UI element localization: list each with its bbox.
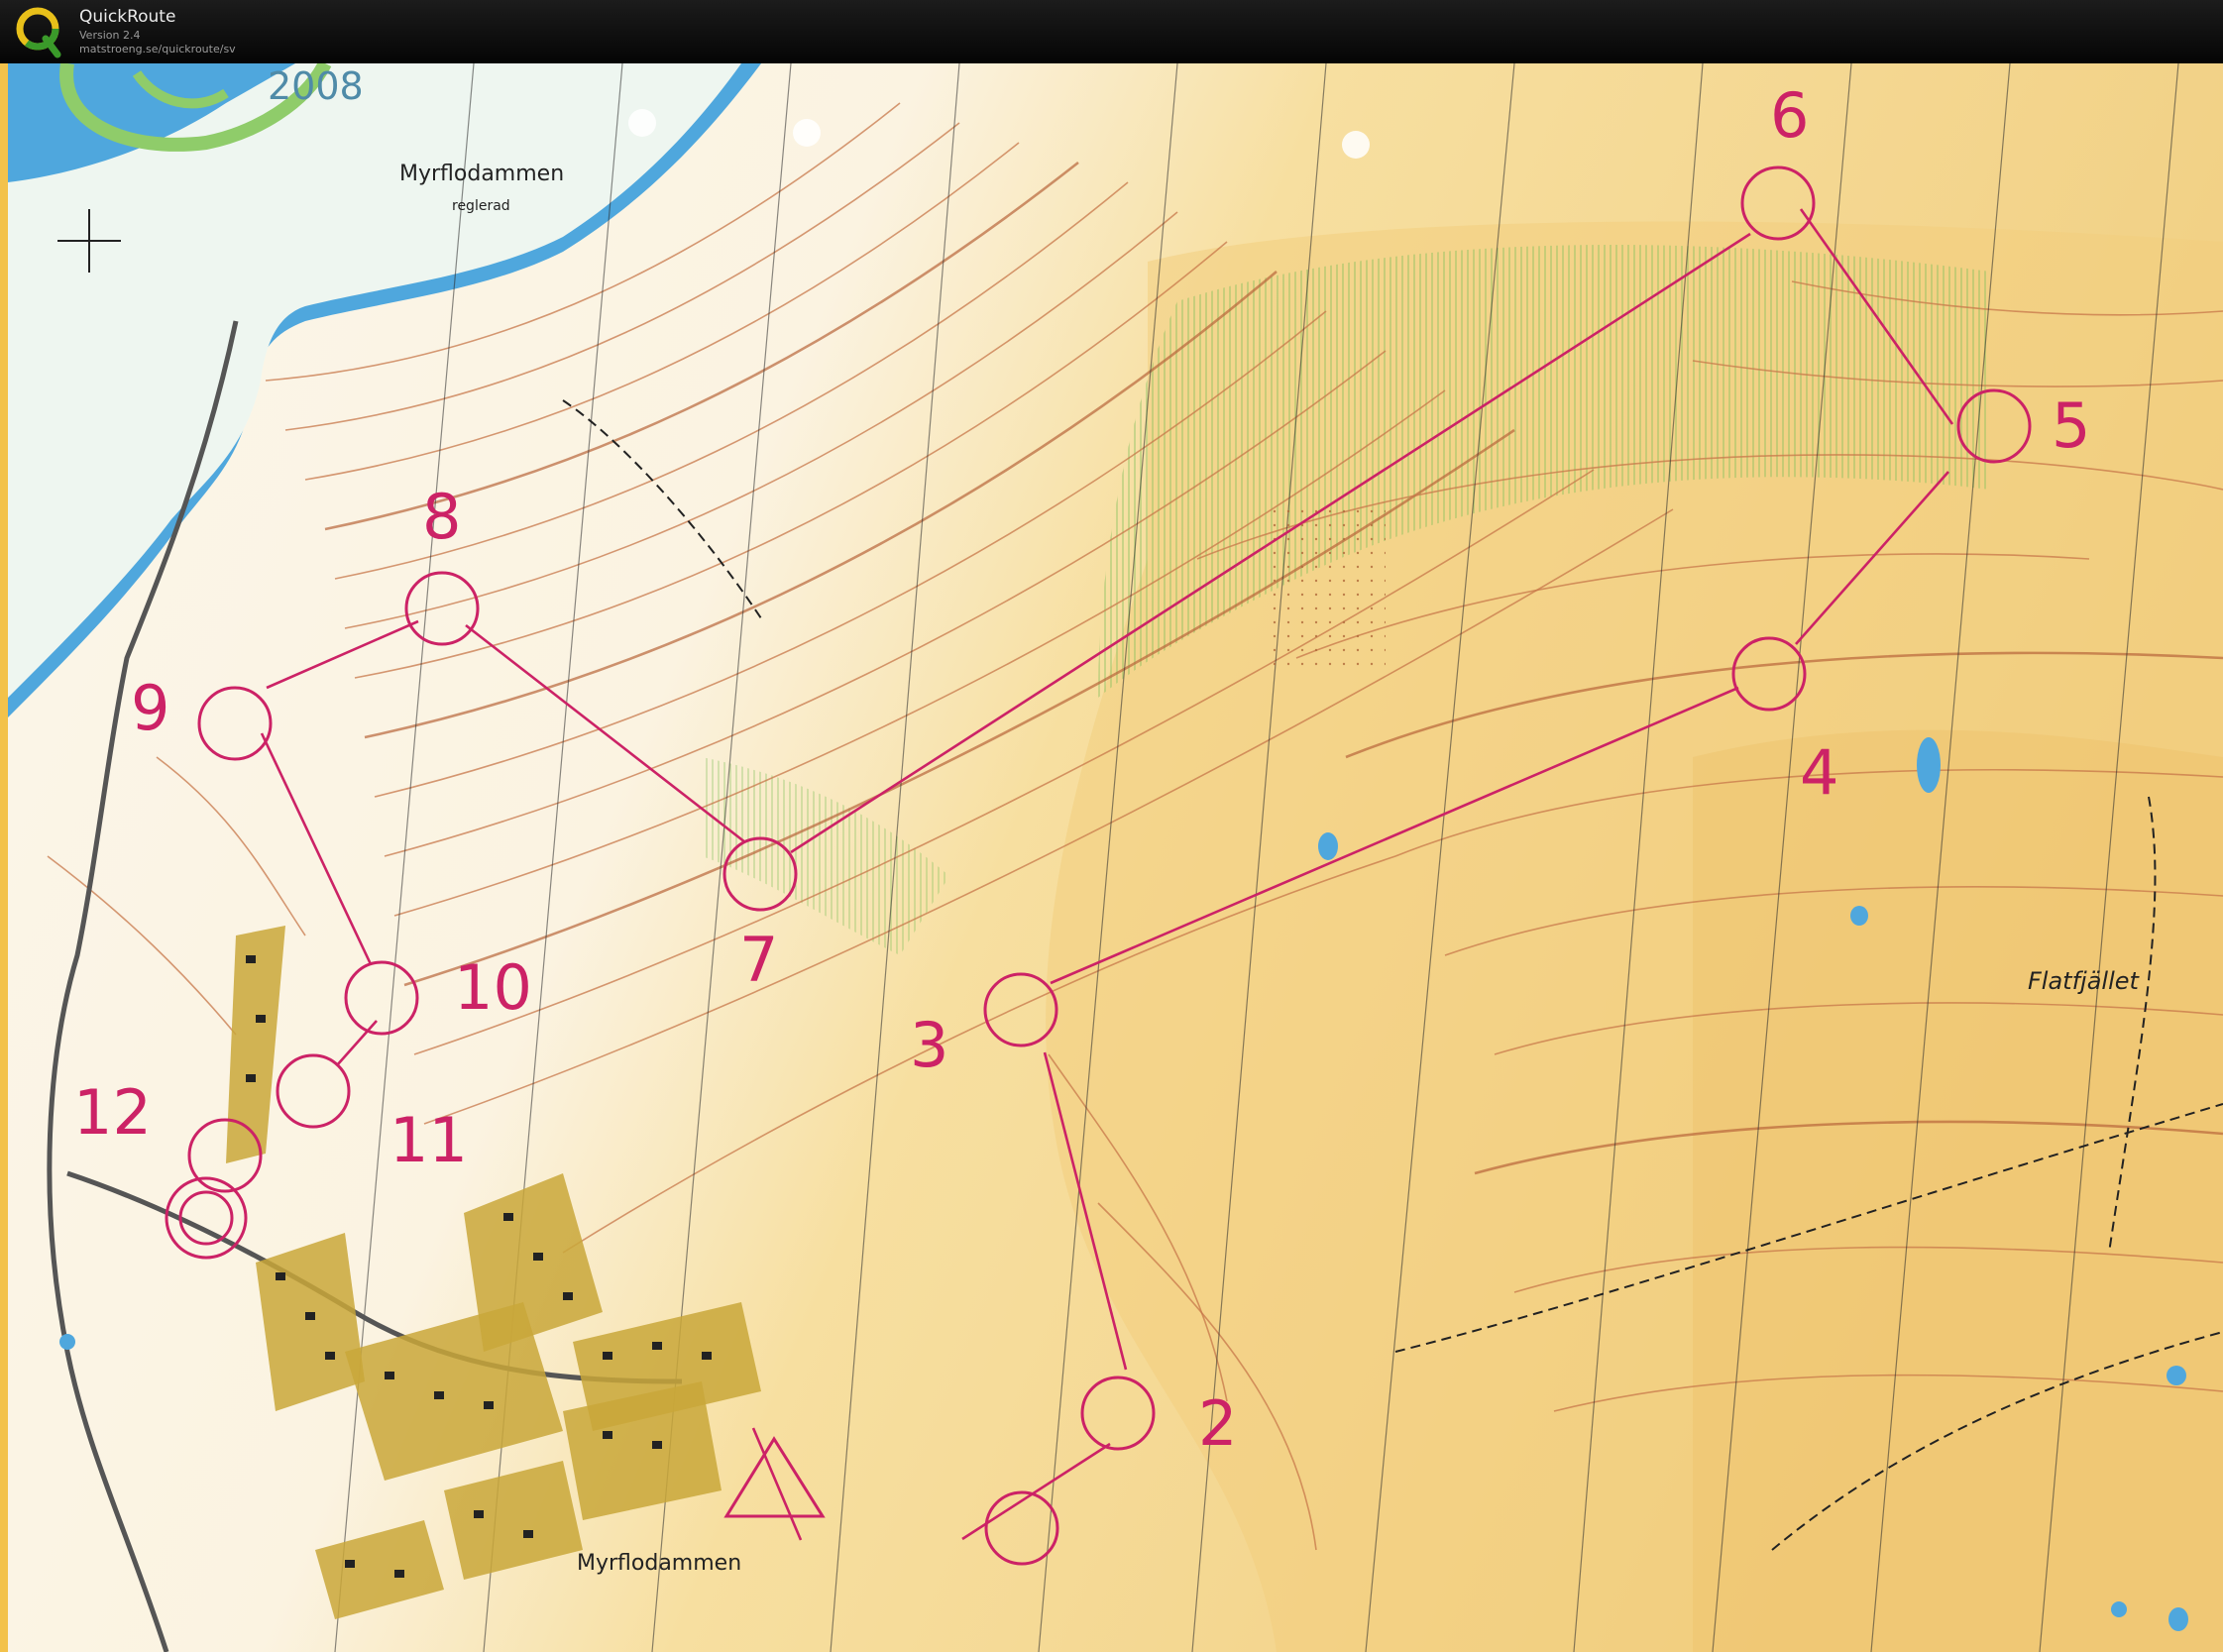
control-number-10: 10 bbox=[454, 951, 532, 1024]
app-version: Version 2.4 bbox=[79, 29, 141, 42]
quickroute-logo-icon bbox=[16, 7, 61, 58]
control-number-11: 11 bbox=[389, 1104, 468, 1176]
lake-note-label: reglerad bbox=[452, 198, 510, 214]
control-number-3: 3 bbox=[910, 1009, 948, 1081]
title-bar: QuickRoute Version 2.4 matstroeng.se/qui… bbox=[0, 0, 2223, 64]
orienteering-map[interactable]: 2008 2 3 4 5 6 7 8 9 10 11 12 Myrflodamm… bbox=[8, 63, 2223, 1652]
control-number-8: 8 bbox=[422, 481, 461, 553]
app-url: matstroeng.se/quickroute/sv bbox=[79, 43, 236, 55]
control-number-5: 5 bbox=[2052, 389, 2090, 462]
control-number-12: 12 bbox=[73, 1076, 152, 1149]
app-title: QuickRoute bbox=[79, 7, 176, 27]
mountain-name-label: Flatfjället bbox=[2028, 967, 2141, 995]
control-number-9: 9 bbox=[131, 672, 169, 744]
open-land-area bbox=[1693, 729, 2223, 1652]
bottom-place-label: Myrflodammen bbox=[577, 1551, 741, 1576]
lake-name-label: Myrflodammen bbox=[399, 162, 564, 186]
map-viewer[interactable]: 2008 2 3 4 5 6 7 8 9 10 11 12 Myrflodamm… bbox=[0, 63, 2223, 1652]
control-number-6: 6 bbox=[1770, 79, 1809, 152]
logo-year: 2008 bbox=[268, 64, 364, 108]
control-number-7: 7 bbox=[739, 924, 778, 996]
control-number-2: 2 bbox=[1198, 1387, 1237, 1460]
control-number-4: 4 bbox=[1800, 736, 1838, 809]
